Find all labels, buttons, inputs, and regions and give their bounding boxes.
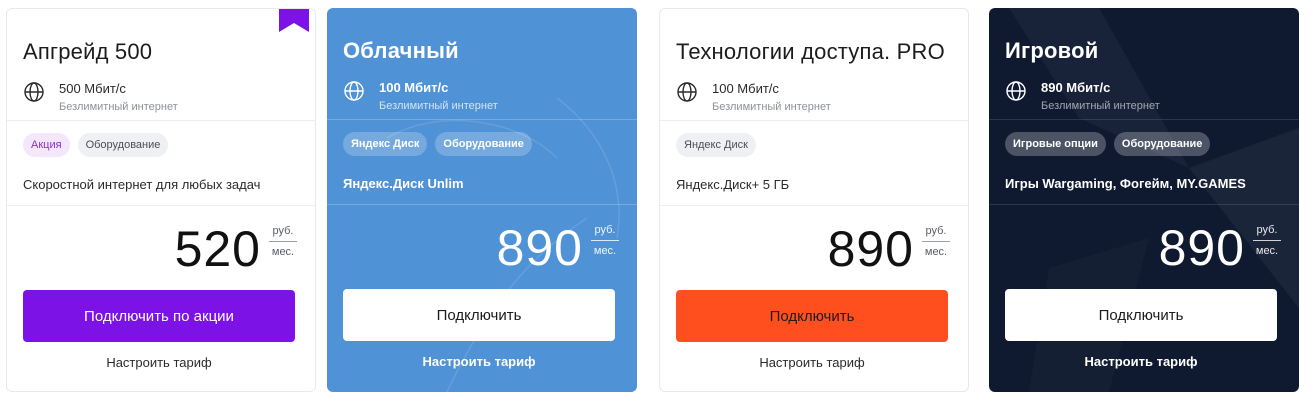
speed-note: Безлимитный интернет xyxy=(379,100,498,112)
unit-divider xyxy=(269,241,297,242)
feature-text: Скоростной интернет для любых задач xyxy=(23,177,261,192)
speed-value: 500 Мбит/с xyxy=(59,81,126,96)
price-block: 890 руб. мес. xyxy=(1159,220,1281,276)
tariff-cards-row: Апгрейд 500 500 Мбит/с Безлимитный интер… xyxy=(0,0,1314,405)
unit-divider xyxy=(591,240,619,241)
globe-icon xyxy=(1006,81,1026,101)
price-value: 890 xyxy=(827,221,914,277)
configure-tariff-link[interactable]: Настроить тариф xyxy=(23,355,295,370)
connect-button[interactable]: Подключить xyxy=(1005,289,1277,341)
globe-icon xyxy=(24,82,44,102)
unit-divider xyxy=(922,241,950,242)
speed-note: Безлимитный интернет xyxy=(59,101,178,113)
connect-button[interactable]: Подключить xyxy=(676,290,948,342)
divider xyxy=(327,119,637,120)
price-currency: руб. xyxy=(594,224,616,236)
divider xyxy=(989,119,1299,120)
unit-divider xyxy=(1253,240,1281,241)
tag-yandex-disk: Яндекс Диск xyxy=(343,132,428,156)
divider xyxy=(7,205,315,206)
configure-tariff-link[interactable]: Настроить тариф xyxy=(1005,354,1277,369)
price-block: 890 руб. мес. xyxy=(828,221,950,277)
tariff-title: Игровой xyxy=(1005,38,1099,63)
speed-value: 100 Мбит/с xyxy=(712,81,779,96)
tag-list: Акция Оборудование xyxy=(23,133,169,157)
price-currency: руб. xyxy=(1256,224,1278,236)
tag-equipment: Оборудование xyxy=(435,132,532,156)
price-value: 890 xyxy=(1158,220,1245,276)
tariff-card-upgrade-500: Апгрейд 500 500 Мбит/с Безлимитный интер… xyxy=(6,8,316,392)
divider xyxy=(327,204,637,205)
price-value: 520 xyxy=(174,221,261,277)
divider xyxy=(989,204,1299,205)
price-period: мес. xyxy=(1255,245,1279,257)
configure-tariff-link[interactable]: Настроить тариф xyxy=(676,355,948,370)
price-currency: руб. xyxy=(925,225,947,237)
tariff-card-cloud: Облачный 100 Мбит/с Безлимитный интернет… xyxy=(327,8,637,392)
tag-promo: Акция xyxy=(23,133,70,157)
tag-yandex-disk: Яндекс Диск xyxy=(676,133,756,157)
price-unit: руб. мес. xyxy=(269,225,297,258)
bookmark-ribbon-icon xyxy=(279,9,309,32)
price-block: 890 руб. мес. xyxy=(497,220,619,276)
connect-promo-button[interactable]: Подключить по акции xyxy=(23,290,295,342)
tariff-card-access-pro: Технологии доступа. PRO 100 Мбит/с Безли… xyxy=(659,8,969,392)
speed-note: Безлимитный интернет xyxy=(712,101,831,113)
price-unit: руб. мес. xyxy=(1253,224,1281,257)
feature-text: Яндекс.Диск+ 5 ГБ xyxy=(676,177,790,192)
price-unit: руб. мес. xyxy=(591,224,619,257)
tag-equipment: Оборудование xyxy=(1113,132,1211,156)
price-block: 520 руб. мес. xyxy=(175,221,297,277)
price-period: мес. xyxy=(271,246,295,258)
tariff-title: Облачный xyxy=(343,38,459,63)
speed-value: 100 Мбит/с xyxy=(379,80,449,95)
price-currency: руб. xyxy=(272,225,294,237)
feature-text: Яндекс.Диск Unlim xyxy=(343,176,464,191)
tag-equipment: Оборудование xyxy=(77,133,169,157)
speed-value: 890 Мбит/с xyxy=(1041,80,1111,95)
connect-button[interactable]: Подключить xyxy=(343,289,615,341)
divider xyxy=(660,120,968,121)
price-period: мес. xyxy=(593,245,617,257)
divider xyxy=(660,205,968,206)
tag-gaming-options: Игровые опции xyxy=(1005,132,1106,156)
tag-list: Яндекс Диск Оборудование xyxy=(343,132,532,156)
speed-note: Безлимитный интернет xyxy=(1041,100,1160,112)
tariff-title: Апгрейд 500 xyxy=(23,39,153,64)
configure-tariff-link[interactable]: Настроить тариф xyxy=(343,354,615,369)
price-period: мес. xyxy=(924,246,948,258)
price-value: 890 xyxy=(496,220,583,276)
globe-icon xyxy=(344,81,364,101)
price-unit: руб. мес. xyxy=(922,225,950,258)
feature-text: Игры Wargaming, Фогейм, MY.GAMES xyxy=(1005,176,1246,191)
globe-icon xyxy=(677,82,697,102)
tariff-card-gaming: Игровой 890 Мбит/с Безлимитный интернет … xyxy=(989,8,1299,392)
divider xyxy=(7,120,315,121)
tariff-title: Технологии доступа. PRO xyxy=(676,39,945,64)
tag-list: Яндекс Диск xyxy=(676,133,756,157)
tag-list: Игровые опции Оборудование xyxy=(1005,132,1211,156)
